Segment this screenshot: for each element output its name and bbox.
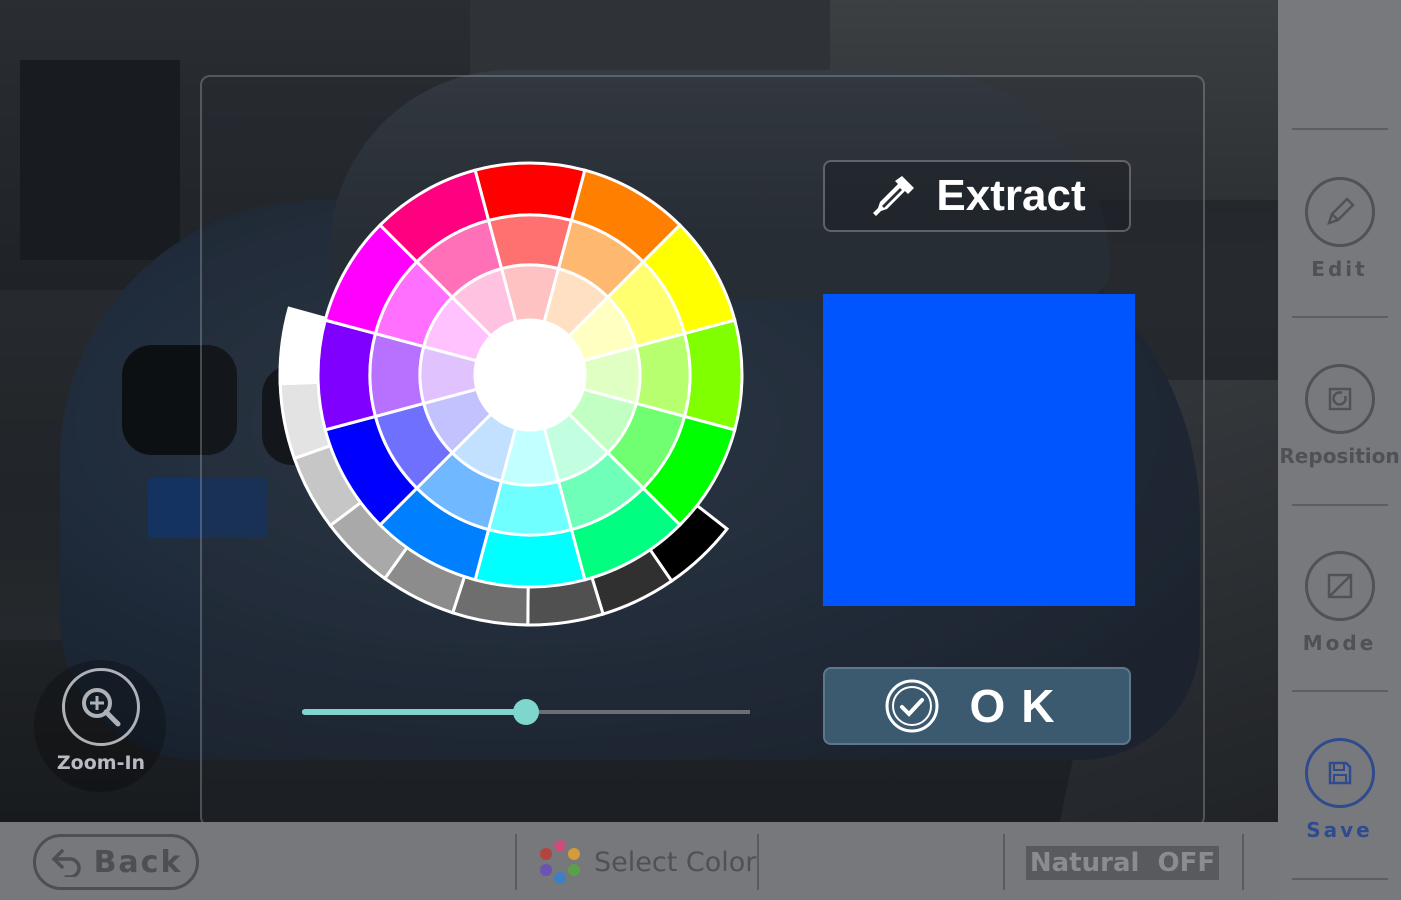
eyedropper-icon <box>873 176 915 216</box>
zoom-in-icon <box>82 688 121 727</box>
back-button[interactable]: Back <box>33 834 199 890</box>
tint-swatch[interactable] <box>634 331 692 419</box>
extract-button[interactable]: Extract <box>823 160 1131 232</box>
bottom-divider <box>515 834 517 890</box>
check-circle-icon <box>885 679 938 733</box>
select-color-button[interactable]: Select Color <box>536 834 756 890</box>
tint-swatch[interactable] <box>486 479 574 537</box>
reposition-button[interactable]: Reposition <box>1278 364 1401 468</box>
pencil-icon <box>1304 177 1375 247</box>
extract-label: Extract <box>936 171 1086 220</box>
tint-swatch[interactable] <box>486 213 574 271</box>
bottom-divider <box>1242 834 1244 890</box>
toolbar-divider <box>1292 316 1388 318</box>
mode-button[interactable]: Mode <box>1278 551 1401 655</box>
toolbar-divider <box>1292 128 1388 130</box>
reposition-label: Reposition <box>1279 444 1400 468</box>
back-label: Back <box>93 844 183 880</box>
zoom-in-label: Zoom-In <box>56 752 146 774</box>
bottom-divider <box>757 834 759 890</box>
hue-swatch[interactable] <box>316 318 378 432</box>
reposition-icon <box>1304 364 1375 434</box>
bottom-bar: Back Select Color Natural OFF <box>0 822 1278 900</box>
ok-button[interactable]: OK <box>823 667 1131 745</box>
edit-label: Edit <box>1311 257 1368 281</box>
right-toolbar: Edit Reposition Mode Save <box>1278 0 1401 900</box>
natural-toggle-label: Natural OFF <box>1029 848 1216 878</box>
toolbar-divider <box>1292 504 1388 506</box>
color-wheel[interactable] <box>270 150 790 670</box>
slider-fill <box>302 709 526 715</box>
zoom-in-button[interactable]: Zoom-In <box>36 668 166 788</box>
palette-dots-icon <box>540 840 580 884</box>
mode-label: Mode <box>1302 631 1377 655</box>
edit-button[interactable]: Edit <box>1278 177 1401 281</box>
toolbar-divider <box>1292 690 1388 692</box>
brightness-slider[interactable] <box>302 699 750 725</box>
mode-icon <box>1304 551 1375 621</box>
hue-swatch[interactable] <box>682 318 744 432</box>
save-button[interactable]: Save <box>1278 738 1401 842</box>
slider-thumb[interactable] <box>513 699 539 725</box>
selected-color-swatch <box>823 294 1135 606</box>
toolbar-divider <box>1292 878 1388 880</box>
save-icon <box>1304 738 1375 808</box>
ok-label: OK <box>969 680 1071 732</box>
back-arrow-icon <box>51 849 81 877</box>
select-color-label: Select Color <box>594 846 757 878</box>
hue-swatch[interactable] <box>473 161 587 223</box>
white-center-swatch[interactable] <box>475 320 585 430</box>
tint-swatch[interactable] <box>368 331 426 419</box>
hue-swatch[interactable] <box>473 527 587 589</box>
bottom-divider <box>1003 834 1005 890</box>
zoom-in-icon-ring <box>62 668 140 746</box>
natural-toggle[interactable]: Natural OFF <box>1026 846 1219 880</box>
save-label: Save <box>1306 818 1373 842</box>
